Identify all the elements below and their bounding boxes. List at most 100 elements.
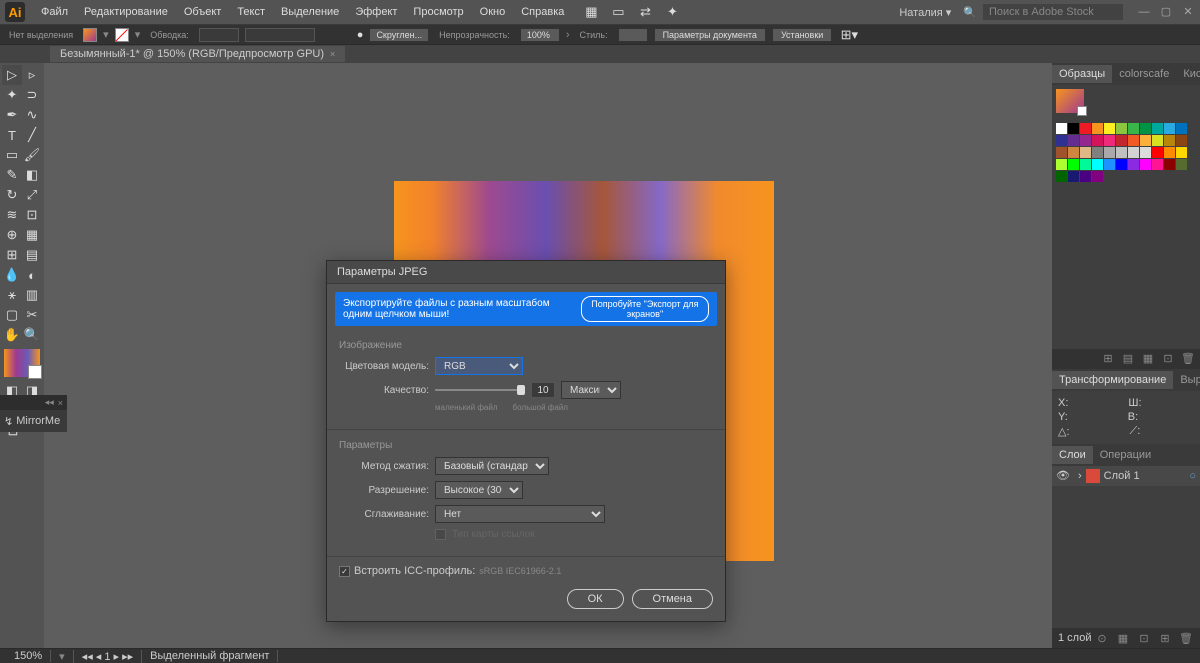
symbol-sprayer-tool-icon[interactable]: ⚹ — [2, 285, 22, 305]
menu-edit[interactable]: Редактирование — [76, 6, 176, 18]
blend-tool-icon[interactable]: ◐ — [22, 265, 42, 285]
color-model-select[interactable]: RGB — [435, 357, 523, 375]
menu-text[interactable]: Текст — [229, 6, 273, 18]
artboard-nav[interactable]: ◂◂ ◂ 1 ▸ ▸▸ — [74, 650, 143, 663]
slice-tool-icon[interactable]: ✂ — [22, 305, 42, 325]
doc-params-button[interactable]: Параметры документа — [654, 28, 766, 42]
swatch[interactable] — [1176, 147, 1187, 158]
delete-swatch-icon[interactable]: 🗑 — [1180, 351, 1196, 367]
delete-layer-icon[interactable]: 🗑 — [1178, 630, 1194, 646]
swatch[interactable] — [1152, 159, 1163, 170]
direct-selection-tool-icon[interactable]: ▹ — [22, 65, 42, 85]
menu-file[interactable]: Файл — [33, 6, 76, 18]
swatch[interactable] — [1152, 147, 1163, 158]
colorscafe-tab[interactable]: colorscafe — [1112, 65, 1176, 83]
width-tool-icon[interactable]: ≋ — [2, 205, 22, 225]
swatches-tab[interactable]: Образцы — [1052, 65, 1112, 83]
line-tool-icon[interactable]: ╱ — [22, 125, 42, 145]
mesh-tool-icon[interactable]: ⊞ — [2, 245, 22, 265]
swatch[interactable] — [1080, 171, 1091, 182]
arrange-icon[interactable]: ▭ — [607, 2, 629, 22]
swatch[interactable] — [1164, 123, 1175, 134]
eraser-tool-icon[interactable]: ◧ — [22, 165, 42, 185]
menu-window[interactable]: Окно — [472, 6, 514, 18]
swatch[interactable] — [1092, 147, 1103, 158]
swatch[interactable] — [1176, 135, 1187, 146]
transform-tab[interactable]: Трансформирование — [1052, 371, 1173, 389]
swatch[interactable] — [1056, 123, 1067, 134]
swatch[interactable] — [1140, 147, 1151, 158]
layer-name[interactable]: Слой 1 — [1104, 470, 1140, 482]
library-icon[interactable]: ⊞ — [1100, 351, 1116, 367]
swatch[interactable] — [1116, 135, 1127, 146]
quality-slider[interactable] — [435, 389, 525, 391]
paintbrush-tool-icon[interactable]: 🖌 — [22, 145, 42, 165]
close-mirrorme-icon[interactable]: × — [58, 398, 63, 408]
swatch[interactable] — [1080, 159, 1091, 170]
icc-profile-checkbox[interactable]: ✓ — [339, 566, 350, 577]
roundness-dropdown[interactable]: Скруглен... — [369, 28, 429, 42]
make-clip-icon[interactable]: ▦ — [1115, 630, 1131, 646]
menu-select[interactable]: Выделение — [273, 6, 347, 18]
close-tab-icon[interactable]: × — [330, 49, 335, 59]
swatch[interactable] — [1104, 135, 1115, 146]
swatch[interactable] — [1080, 135, 1091, 146]
quality-input[interactable] — [531, 382, 555, 398]
swatch[interactable] — [1116, 147, 1127, 158]
close-icon[interactable]: ✕ — [1181, 5, 1195, 19]
try-export-screens-button[interactable]: Попробуйте "Экспорт для экранов" — [581, 296, 709, 322]
swatch[interactable] — [1068, 147, 1079, 158]
column-graph-tool-icon[interactable]: ▥ — [22, 285, 42, 305]
rotate-tool-icon[interactable]: ↻ — [2, 185, 22, 205]
style-dropdown[interactable] — [618, 28, 648, 42]
zoom-tool-icon[interactable]: 🔍 — [22, 325, 42, 345]
eyedropper-tool-icon[interactable]: 💧 — [2, 265, 22, 285]
layer-row[interactable]: 👁 › Слой 1 ○ — [1052, 466, 1200, 486]
swatch[interactable] — [1080, 147, 1091, 158]
gpu-icon[interactable]: ✦ — [661, 2, 683, 22]
swatch[interactable] — [1068, 135, 1079, 146]
options-icon[interactable]: ▦ — [1140, 351, 1156, 367]
swatch[interactable] — [1092, 123, 1103, 134]
menu-effect[interactable]: Эффект — [347, 6, 405, 18]
swatch[interactable] — [1056, 135, 1067, 146]
stroke-width-input[interactable] — [199, 28, 239, 42]
swatch[interactable] — [1068, 171, 1079, 182]
swatch[interactable] — [1128, 159, 1139, 170]
rectangle-tool-icon[interactable]: ▭ — [2, 145, 22, 165]
actions-tab[interactable]: Операции — [1093, 446, 1158, 464]
swatch[interactable] — [1056, 147, 1067, 158]
swatch[interactable] — [1152, 123, 1163, 134]
new-sublayer-icon[interactable]: ⊡ — [1136, 630, 1152, 646]
new-swatch-icon[interactable]: ⊡ — [1160, 351, 1176, 367]
search-input[interactable]: Поиск в Adobe Stock — [983, 4, 1123, 20]
mirrorme-panel[interactable]: ↯MirrorMe — [0, 410, 67, 432]
swatch[interactable] — [1128, 147, 1139, 158]
stroke-style-input[interactable] — [245, 28, 315, 42]
mirrorme-tab-header[interactable]: ◂◂ × — [0, 395, 67, 410]
swatch[interactable] — [1116, 123, 1127, 134]
user-dropdown[interactable]: Наталия ▾ — [893, 4, 957, 21]
swatch[interactable] — [1152, 135, 1163, 146]
swatch[interactable] — [1104, 147, 1115, 158]
swatch[interactable] — [1128, 123, 1139, 134]
resolution-select[interactable]: Высокое (300 ppi) — [435, 481, 523, 499]
swatch[interactable] — [1104, 123, 1115, 134]
swatch[interactable] — [1176, 123, 1187, 134]
locate-icon[interactable]: ⊙ — [1094, 630, 1110, 646]
document-tab[interactable]: Безымянный-1* @ 150% (RGB/Предпросмотр G… — [50, 46, 345, 62]
swatch[interactable] — [1056, 159, 1067, 170]
swatch[interactable] — [1068, 123, 1079, 134]
artboard-tool-icon[interactable]: ▢ — [2, 305, 22, 325]
stroke-swatch[interactable] — [115, 28, 129, 42]
shaper-tool-icon[interactable]: ✎ — [2, 165, 22, 185]
dashboard-icon[interactable]: ▦ — [580, 2, 602, 22]
swatch[interactable] — [1104, 159, 1115, 170]
layers-tab[interactable]: Слои — [1052, 446, 1093, 464]
swatch[interactable] — [1140, 123, 1151, 134]
hand-tool-icon[interactable]: ✋ — [2, 325, 22, 345]
prefs-icon[interactable]: ⊞▾ — [838, 25, 860, 45]
gradient-tool-icon[interactable]: ▤ — [22, 245, 42, 265]
selection-tool-icon[interactable]: ▷ — [2, 65, 22, 85]
menu-object[interactable]: Объект — [176, 6, 229, 18]
